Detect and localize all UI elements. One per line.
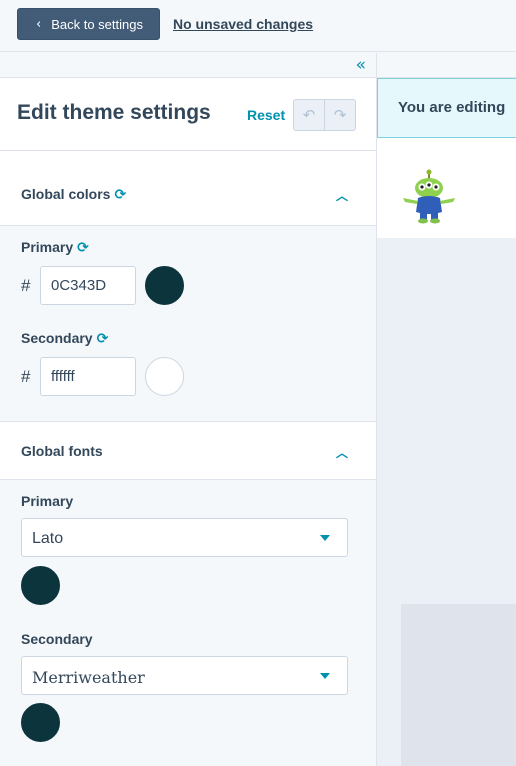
secondary-color-label-text: Secondary	[21, 330, 93, 346]
hash-symbol: #	[21, 367, 31, 386]
sidebar-header: Edit theme settings Reset ↶ ↷	[0, 78, 376, 151]
undo-redo-group: ↶ ↷	[293, 99, 356, 131]
global-colors-header[interactable]: Global colors ⟳ ︿	[0, 151, 376, 226]
secondary-font-label: Secondary	[21, 631, 93, 647]
theme-preview: You are editing	[377, 53, 516, 766]
sync-icon: ⟳	[114, 187, 127, 203]
sync-icon: ⟳	[96, 331, 109, 347]
primary-color-label-text: Primary	[21, 239, 74, 255]
page-title: Edit theme settings	[17, 101, 211, 124]
unsaved-changes-link[interactable]: No unsaved changes	[173, 16, 313, 32]
primary-font-select[interactable]: Lato	[21, 518, 348, 557]
back-to-settings-label: Back to settings	[51, 16, 143, 32]
primary-hex-input[interactable]	[40, 266, 136, 305]
primary-font-label: Primary	[21, 493, 74, 509]
primary-color-label: Primary ⟳	[21, 239, 89, 256]
secondary-color-label: Secondary ⟳	[21, 330, 108, 347]
editing-banner-text: You are editing	[398, 99, 506, 116]
preview-placeholder-block	[401, 604, 516, 766]
undo-button[interactable]: ↶	[294, 100, 324, 130]
hash-symbol: #	[21, 276, 31, 295]
redo-icon: ↷	[333, 106, 347, 124]
caret-down-icon	[320, 535, 330, 541]
caret-down-icon	[320, 673, 330, 679]
alien-logo-image	[403, 169, 455, 224]
preview-toolbar	[377, 53, 516, 78]
chevron-left-icon: ‹	[36, 16, 42, 32]
global-colors-title: Global colors ⟳	[21, 186, 126, 203]
global-fonts-title: Global fonts	[21, 443, 103, 459]
primary-font-color-swatch[interactable]	[21, 566, 60, 605]
chevron-up-icon[interactable]: ︿	[336, 187, 348, 204]
double-chevron-left-icon[interactable]: «	[356, 55, 366, 75]
secondary-color-swatch[interactable]	[145, 357, 184, 396]
undo-icon: ↶	[302, 106, 316, 124]
sync-icon: ⟳	[77, 240, 89, 256]
primary-color-swatch[interactable]	[145, 266, 184, 305]
back-to-settings-button[interactable]: ‹ Back to settings	[17, 8, 160, 40]
global-colors-label: Global colors	[21, 186, 111, 202]
reset-button[interactable]: Reset	[247, 107, 285, 123]
collapse-row: «	[0, 53, 376, 78]
redo-button[interactable]: ↷	[324, 100, 355, 130]
secondary-font-color-swatch[interactable]	[21, 703, 60, 742]
secondary-font-select[interactable]: Merriweather	[21, 656, 348, 695]
theme-settings-sidebar: « Edit theme settings Reset ↶ ↷ Global c…	[0, 53, 377, 766]
editing-banner: You are editing	[377, 78, 516, 138]
secondary-font-value: Merriweather	[32, 668, 145, 687]
chevron-up-icon[interactable]: ︿	[336, 444, 348, 461]
primary-font-value: Lato	[32, 530, 64, 547]
top-bar: ‹ Back to settings No unsaved changes	[0, 0, 516, 52]
global-fonts-header[interactable]: Global fonts ︿	[0, 421, 376, 480]
secondary-hex-input[interactable]	[40, 357, 136, 396]
